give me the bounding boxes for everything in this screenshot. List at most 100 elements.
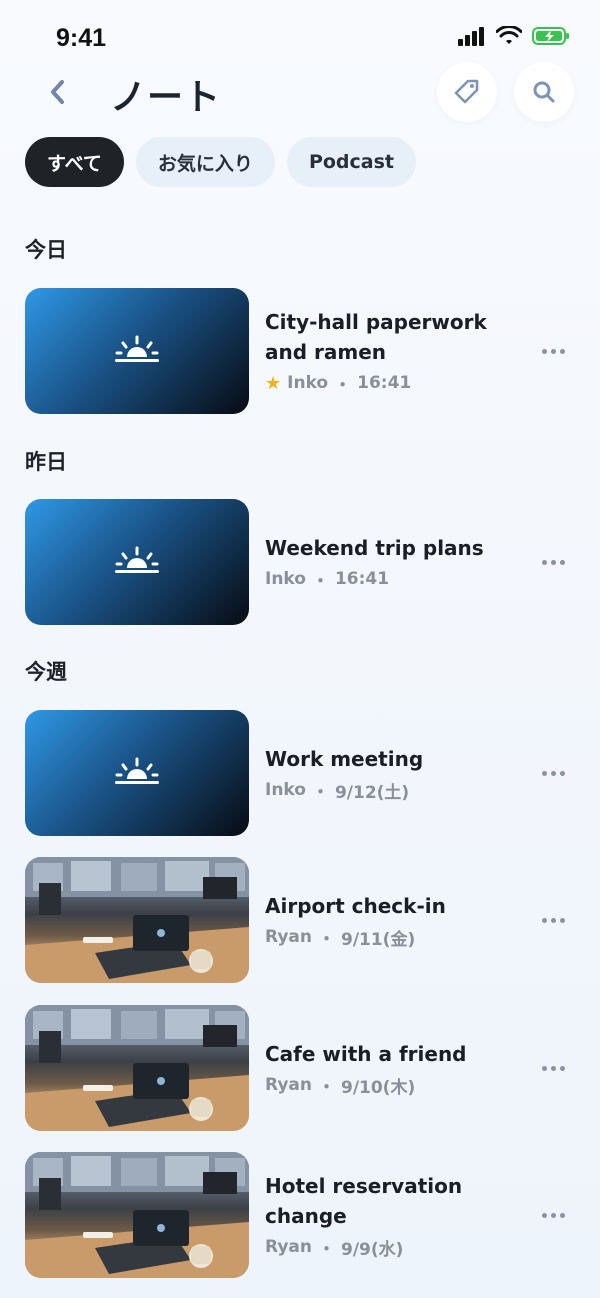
note-time: 9/11(金) [340,929,416,950]
note-row[interactable]: Weekend trip plans Inko ・ 16:41 [25,499,575,625]
section-header-yesterday: 昨日 [25,450,67,474]
dot [550,1065,556,1071]
note-meta: Ryan ・ 9/11(金) [265,925,525,950]
header: ノート [0,60,600,124]
note-meta: Ryan ・ 9/9(水) [265,1235,525,1260]
dot [559,559,565,565]
meta-separator: ・ [311,571,329,592]
dot [559,1065,565,1071]
office-photo-image [25,1005,249,1131]
note-title: Hotel reservation change [265,1173,463,1228]
dot [550,348,556,354]
signal-icon [458,27,484,46]
note-title: Weekend trip plans [265,535,484,560]
dot [541,1212,547,1218]
back-button[interactable] [36,70,80,114]
note-row[interactable]: Hotel reservation change Ryan ・ 9/9(水) [25,1152,575,1278]
note-title: Cafe with a friend [265,1041,467,1066]
dot [541,917,547,923]
office-photo-thumbnail [25,857,249,983]
chevron-left-icon [51,80,64,104]
notes-screen: 9:41 ノート すべて お気に入り Podcast 今日 City-hall … [0,0,600,1298]
dot [541,770,547,776]
note-row[interactable]: Airport check-in Ryan ・ 9/11(金) [25,857,575,983]
note-meta: Inko ・ 9/12(土) [265,778,525,803]
meta-separator: ・ [317,1239,335,1260]
note-info: Work meeting Inko ・ 9/12(土) [265,710,525,836]
note-meta: ★ Inko ・ 16:41 [265,371,525,396]
note-title: Work meeting [265,746,424,771]
note-meta: Inko ・ 16:41 [265,567,525,592]
filter-chip-all[interactable]: すべて [25,137,124,187]
dot [541,559,547,565]
note-meta: Ryan ・ 9/10(木) [265,1073,525,1098]
more-options-button[interactable] [531,1200,575,1230]
dot [559,770,565,776]
note-info: Weekend trip plans Inko ・ 16:41 [265,499,525,625]
filter-chip-podcast[interactable]: Podcast [286,137,416,187]
note-thumbnail [25,499,249,625]
dot [550,1212,556,1218]
note-thumbnail [25,710,249,836]
section-header-today: 今日 [25,238,67,262]
search-button[interactable] [514,62,574,122]
more-options-button[interactable] [531,758,575,788]
page-title: ノート [110,77,222,118]
sunrise-icon [115,757,159,784]
note-title: City-hall paperwork and ramen [265,309,487,364]
note-info: Cafe with a friend Ryan ・ 9/10(木) [265,1005,525,1131]
more-options-button[interactable] [531,547,575,577]
more-options-button[interactable] [531,1053,575,1083]
status-icons [458,26,570,46]
dot [550,770,556,776]
more-options-button[interactable] [531,905,575,935]
note-time: 16:41 [357,373,412,393]
star-icon: ★ [265,372,282,394]
meta-separator: ・ [317,1077,335,1098]
more-options-button[interactable] [531,336,575,366]
note-thumbnail [25,288,249,414]
meta-separator: ・ [317,929,335,950]
note-time: 9/9(水) [340,1239,404,1260]
battery-charging-icon [532,27,569,45]
note-time: 9/10(木) [340,1077,416,1098]
dot [559,348,565,354]
note-time: 9/12(土) [334,782,410,803]
note-author: Inko [265,780,306,800]
dot [559,917,565,923]
dot [541,1065,547,1071]
tag-icon [454,79,479,104]
meta-separator: ・ [334,375,352,396]
note-info: Airport check-in Ryan ・ 9/11(金) [265,857,525,983]
note-info: City-hall paperwork and ramen ★ Inko ・ 1… [265,288,525,414]
section-header-this-week: 今週 [25,660,67,684]
wifi-icon [496,26,522,44]
tag-button[interactable] [437,62,497,122]
filter-chips: すべて お気に入り Podcast [25,137,416,187]
dot [559,1212,565,1218]
sunrise-icon [115,335,159,362]
filter-chip-favorites[interactable]: お気に入り [135,137,275,187]
note-row[interactable]: City-hall paperwork and ramen ★ Inko ・ 1… [25,288,575,414]
sunrise-icon [115,546,159,573]
meta-separator: ・ [311,782,329,803]
office-photo-thumbnail [25,1152,249,1278]
note-time: 16:41 [334,569,390,589]
note-author: Ryan [265,1237,312,1257]
office-photo-image [25,857,249,983]
office-photo-image [25,1152,249,1278]
dot [550,917,556,923]
note-author: Ryan [265,927,312,947]
note-author: Inko [287,373,329,393]
note-author: Ryan [265,1075,312,1095]
office-photo-thumbnail [25,1005,249,1131]
note-title: Airport check-in [265,893,446,918]
note-row[interactable]: Work meeting Inko ・ 9/12(土) [25,710,575,836]
status-time: 9:41 [56,24,107,52]
dot [541,348,547,354]
note-author: Inko [265,569,306,589]
search-icon [533,81,555,103]
note-info: Hotel reservation change Ryan ・ 9/9(水) [265,1152,525,1278]
dot [550,559,556,565]
note-row[interactable]: Cafe with a friend Ryan ・ 9/10(木) [25,1005,575,1131]
